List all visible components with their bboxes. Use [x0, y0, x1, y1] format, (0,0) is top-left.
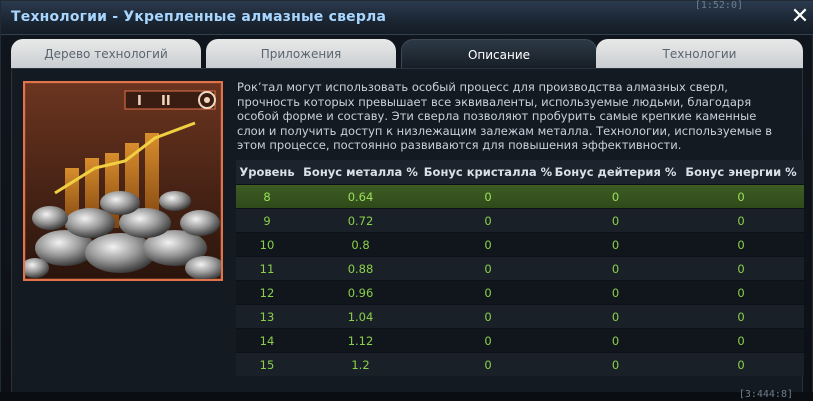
- tech-description: Рок’тал могут использовать особый процес…: [237, 80, 773, 152]
- cell-energy: 0: [737, 334, 745, 348]
- cell-crystal: 0: [484, 262, 492, 276]
- table-row[interactable]: 13 1.04 0 0 0: [236, 304, 804, 328]
- table-header: Уровень Бонус металла % Бонус кристалла …: [236, 160, 804, 184]
- tech-window: Технологии - Укрепленные алмазные сверла…: [0, 0, 813, 401]
- table-row[interactable]: 8 0.64 0 0 0: [236, 184, 804, 208]
- cell-crystal: 0: [484, 214, 492, 228]
- table-row[interactable]: 9 0.72 0 0 0: [236, 208, 804, 232]
- col-deuterium-bonus: Бонус дейтерия %: [554, 165, 677, 179]
- table-row[interactable]: 15 1.2 0 0 0: [236, 352, 804, 376]
- badge-ii: II: [161, 94, 171, 109]
- cell-level: 14: [259, 334, 275, 348]
- cell-energy: 0: [737, 358, 745, 372]
- cell-level: 11: [259, 262, 275, 276]
- tab-description[interactable]: Описание: [401, 39, 597, 69]
- cell-deuterium: 0: [611, 358, 620, 372]
- table-row[interactable]: 10 0.8 0 0 0: [236, 232, 804, 256]
- tab-bar: Дерево технологий Приложения Описание Те…: [11, 39, 803, 69]
- tech-image: I II: [23, 81, 223, 281]
- bonus-table: Уровень Бонус металла % Бонус кристалла …: [236, 160, 804, 376]
- badge-i: I: [137, 94, 142, 109]
- background-coords-top: [1:52:0]: [694, 0, 743, 11]
- cell-level: 8: [263, 190, 271, 204]
- tab-applications[interactable]: Приложения: [206, 39, 396, 69]
- cell-metal: 0.96: [347, 286, 374, 300]
- title-bar[interactable]: Технологии - Укрепленные алмазные сверла…: [1, 1, 813, 35]
- cell-crystal: 0: [484, 358, 492, 372]
- cell-energy: 0: [737, 310, 745, 324]
- cell-metal: 0.72: [347, 214, 374, 228]
- cell-deuterium: 0: [611, 214, 620, 228]
- cell-level: 13: [259, 310, 275, 324]
- table-row[interactable]: 11 0.88 0 0 0: [236, 256, 804, 280]
- cell-energy: 0: [737, 214, 745, 228]
- tab-tech-tree[interactable]: Дерево технологий: [11, 39, 201, 69]
- close-icon[interactable]: ✕: [788, 5, 812, 29]
- cell-level: 10: [259, 238, 275, 252]
- cell-metal: 1.04: [347, 310, 374, 324]
- cell-deuterium: 0: [611, 262, 620, 276]
- cell-deuterium: 0: [611, 310, 620, 324]
- background-coords-bottom: [3:444:8]: [738, 389, 793, 400]
- cell-metal: 1.12: [347, 334, 374, 348]
- cell-energy: 0: [737, 262, 745, 276]
- cell-deuterium: 0: [611, 334, 620, 348]
- background-bottom: [0, 392, 813, 401]
- cell-crystal: 0: [484, 238, 492, 252]
- cell-metal: 0.8: [351, 238, 370, 252]
- col-metal-bonus: Бонус металла %: [303, 165, 418, 179]
- cell-metal: 0.64: [347, 190, 374, 204]
- cell-deuterium: 0: [611, 238, 620, 252]
- tab-technologies[interactable]: Технологии: [596, 39, 803, 69]
- cell-deuterium: 0: [611, 286, 620, 300]
- cell-metal: 1.2: [351, 358, 370, 372]
- cell-crystal: 0: [484, 334, 492, 348]
- cell-level: 15: [259, 358, 275, 372]
- cell-level: 12: [259, 286, 275, 300]
- cell-level: 9: [263, 214, 271, 228]
- cell-energy: 0: [737, 286, 745, 300]
- cell-crystal: 0: [484, 286, 492, 300]
- table-row[interactable]: 14 1.12 0 0 0: [236, 328, 804, 352]
- cell-crystal: 0: [484, 310, 492, 324]
- window-title: Технологии - Укрепленные алмазные сверла: [11, 9, 387, 25]
- cell-crystal: 0: [484, 190, 492, 204]
- col-energy-bonus: Бонус энергии %: [685, 165, 797, 179]
- diamond-drill-illustration: I II: [25, 83, 221, 279]
- cell-energy: 0: [737, 238, 745, 252]
- col-crystal-bonus: Бонус кристалла %: [423, 165, 553, 179]
- col-level: Уровень: [239, 165, 295, 179]
- table-row[interactable]: 12 0.96 0 0 0: [236, 280, 804, 304]
- cell-energy: 0: [737, 190, 745, 204]
- cell-deuterium: 0: [611, 190, 620, 204]
- cell-metal: 0.88: [347, 262, 374, 276]
